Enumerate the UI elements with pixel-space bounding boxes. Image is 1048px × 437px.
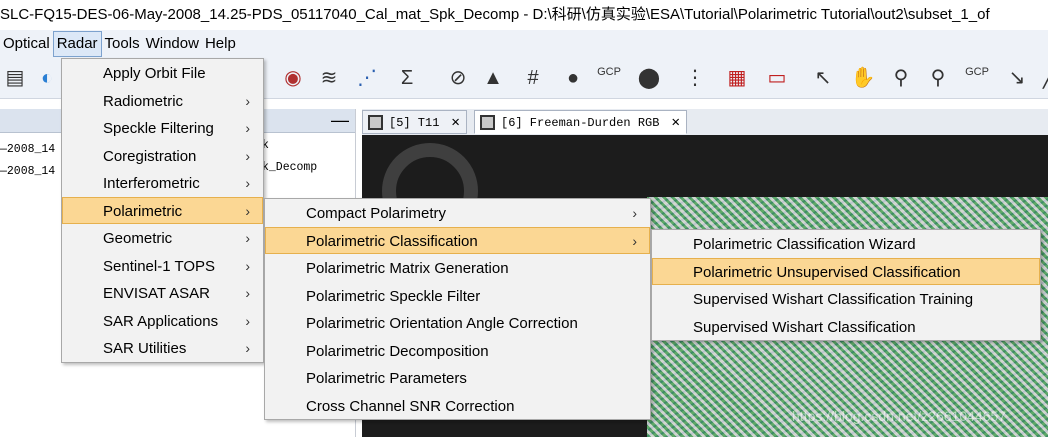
chevron-right-icon: › bbox=[245, 120, 250, 136]
chevron-right-icon: › bbox=[245, 92, 250, 109]
chevron-right-icon: › bbox=[245, 202, 250, 219]
layer-pin-icon[interactable]: ● bbox=[560, 65, 586, 91]
menu-item-radiometric[interactable]: Radiometric › bbox=[62, 87, 263, 115]
menu-item-classification-wizard[interactable]: Polarimetric Classification Wizard bbox=[652, 230, 1040, 258]
line-tool-icon[interactable]: ↘ bbox=[1004, 65, 1030, 91]
chevron-right-icon: › bbox=[632, 205, 637, 221]
pan-tool-icon[interactable]: ✋ bbox=[850, 65, 876, 91]
watermark: https://blog.csdn.net/z2661044657 bbox=[792, 408, 1007, 424]
close-icon[interactable]: ✕ bbox=[671, 115, 679, 131]
polarimetric-submenu: Compact Polarimetry › Polarimetric Classi… bbox=[264, 198, 651, 420]
menu-item-coregistration[interactable]: Coregistration › bbox=[62, 142, 263, 170]
menu-item-apply-orbit-file[interactable]: Apply Orbit File bbox=[62, 59, 263, 87]
menu-item-polarimetric-speckle-filter[interactable]: Polarimetric Speckle Filter bbox=[265, 282, 650, 310]
globe-icon[interactable]: ◐ bbox=[34, 65, 60, 91]
menu-item-interferometric[interactable]: Interferometric › bbox=[62, 169, 263, 197]
radar-menu: Apply Orbit File Radiometric › Speckle Fi… bbox=[61, 58, 264, 363]
mask-icon[interactable]: ⊘ bbox=[445, 65, 471, 91]
menu-item-sar-utilities[interactable]: SAR Utilities › bbox=[62, 334, 263, 362]
menu-item-envisat-asar[interactable]: ENVISAT ASAR › bbox=[62, 279, 263, 307]
chevron-right-icon: › bbox=[245, 257, 250, 274]
close-icon[interactable]: ✕ bbox=[451, 115, 459, 131]
tab-label: [6] Freeman-Durden RGB bbox=[501, 116, 660, 130]
gcp-tool-2-icon[interactable]: GCP bbox=[964, 65, 990, 91]
menu-item-sentinel-1-tops[interactable]: Sentinel-1 TOPS › bbox=[62, 252, 263, 280]
graph-builder-icon[interactable]: ▦ bbox=[724, 65, 750, 91]
menu-item-unsupervised-classification[interactable]: Polarimetric Unsupervised Classification bbox=[652, 257, 1040, 285]
menu-item-compact-polarimetry[interactable]: Compact Polarimetry › bbox=[265, 199, 650, 227]
pin-icon[interactable]: ▲ bbox=[480, 65, 506, 91]
statistics-icon[interactable]: Σ bbox=[394, 65, 420, 91]
menu-item-cross-channel-snr-correction[interactable]: Cross Channel SNR Correction bbox=[265, 392, 650, 420]
classification-submenu: Polarimetric Classification Wizard Polar… bbox=[651, 229, 1041, 341]
menu-item-polarimetric-matrix-generation[interactable]: Polarimetric Matrix Generation bbox=[265, 254, 650, 282]
chevron-right-icon: › bbox=[632, 232, 637, 249]
layers-icon[interactable]: ▤ bbox=[2, 65, 28, 91]
menu-optical[interactable]: Optical bbox=[0, 30, 53, 57]
histogram-icon[interactable]: ◉ bbox=[280, 65, 306, 91]
chevron-right-icon: › bbox=[245, 230, 250, 246]
menu-item-geometric[interactable]: Geometric › bbox=[62, 224, 263, 252]
chevron-right-icon: › bbox=[245, 340, 250, 356]
band-icon bbox=[368, 115, 383, 130]
menu-item-sar-applications[interactable]: SAR Applications › bbox=[62, 307, 263, 335]
chevron-right-icon: › bbox=[245, 285, 250, 301]
scatter-plot-icon[interactable]: ⋰ bbox=[354, 65, 380, 91]
menu-item-polarimetric-decomposition[interactable]: Polarimetric Decomposition bbox=[265, 337, 650, 365]
spectrum-icon[interactable]: ≋ bbox=[316, 65, 342, 91]
chevron-right-icon: › bbox=[245, 175, 250, 191]
chevron-right-icon: › bbox=[245, 147, 250, 164]
menu-radar[interactable]: Radar bbox=[52, 31, 102, 57]
gcp-tool-icon[interactable]: GCP bbox=[596, 65, 622, 91]
menu-window[interactable]: Window bbox=[143, 30, 202, 57]
gcp-label-2: GCP bbox=[965, 66, 989, 78]
menu-item-speckle-filtering[interactable]: Speckle Filtering › bbox=[62, 114, 263, 142]
graph-icon[interactable]: ⋮ bbox=[682, 65, 708, 91]
chevron-right-icon: › bbox=[245, 312, 250, 329]
menu-item-polarimetric-classification[interactable]: Polarimetric Classification › bbox=[265, 226, 650, 254]
draw-tool-icon[interactable]: ╱ bbox=[1036, 65, 1048, 91]
tab-freeman-durden-rgb[interactable]: [6] Freeman-Durden RGB ✕ bbox=[474, 110, 687, 134]
zoom-tool-icon[interactable]: ⚲ bbox=[888, 65, 914, 91]
tab-t11[interactable]: [5] T11 ✕ bbox=[362, 110, 467, 134]
tree-item-2-suffix: k_Decomp bbox=[262, 161, 318, 174]
menu-tools[interactable]: Tools bbox=[102, 30, 143, 57]
menu-help[interactable]: Help bbox=[202, 30, 239, 57]
menubar: Optical Radar Tools Window Help bbox=[0, 30, 1048, 57]
gcp-label: GCP bbox=[597, 66, 621, 78]
menu-item-polarimetric[interactable]: Polarimetric › bbox=[62, 196, 263, 224]
grid-icon[interactable]: # bbox=[520, 65, 546, 91]
window-title: SLC-FQ15-DES-06-May-2008_14.25-PDS_05117… bbox=[0, 0, 1048, 30]
menu-item-polarimetric-parameters[interactable]: Polarimetric Parameters bbox=[265, 364, 650, 392]
tab-label: [5] T11 bbox=[389, 116, 440, 130]
menu-item-wishart-classification[interactable]: Supervised Wishart Classification bbox=[652, 313, 1040, 341]
menu-item-polarimetric-orientation-angle-correction[interactable]: Polarimetric Orientation Angle Correctio… bbox=[265, 309, 650, 337]
pin-tool-icon[interactable]: ⚲ bbox=[925, 65, 951, 91]
minimize-icon[interactable]: — bbox=[331, 109, 349, 131]
band-icon bbox=[480, 115, 495, 130]
batch-icon[interactable]: ▭ bbox=[764, 65, 790, 91]
shape-icon[interactable]: ⬤ bbox=[636, 65, 662, 91]
tab-strip: [5] T11 ✕ [6] Freeman-Durden RGB ✕ bbox=[362, 109, 1048, 135]
menu-item-wishart-training[interactable]: Supervised Wishart Classification Traini… bbox=[652, 285, 1040, 313]
select-tool-icon[interactable]: ↖ bbox=[810, 65, 836, 91]
